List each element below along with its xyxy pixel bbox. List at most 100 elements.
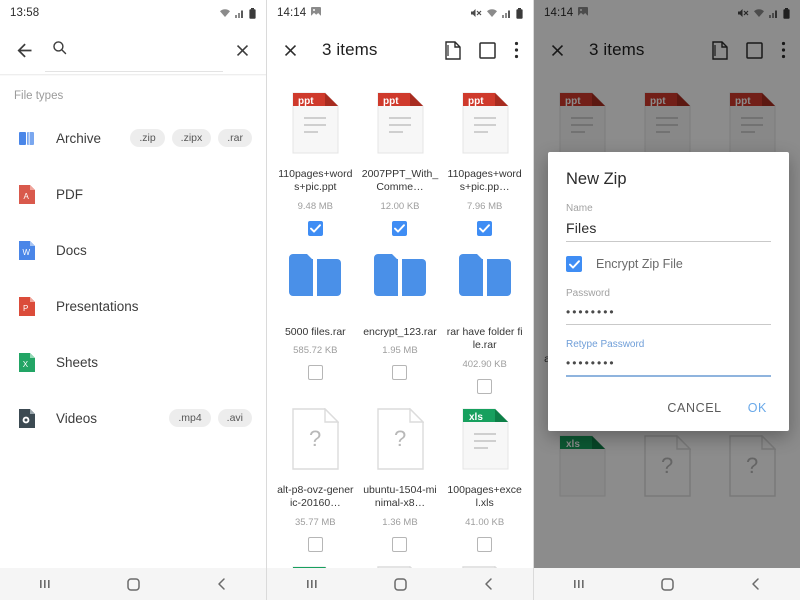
file-size: 1.36 MB — [382, 516, 418, 528]
file-checkbox[interactable] — [477, 220, 493, 236]
file-checkbox[interactable] — [477, 536, 493, 552]
signal-icon — [235, 8, 245, 18]
sidebar-item-presentations[interactable]: P Presentations — [0, 278, 266, 334]
svg-text:?: ? — [394, 426, 406, 451]
sidebar-item-sheets[interactable]: X Sheets — [0, 334, 266, 390]
file-types-list: Archive .zip .zipx .rar A PDF W Docs P P… — [0, 110, 266, 446]
file-name: 2007PPT_With_Comme… — [361, 168, 439, 194]
encrypt-zip-checkbox-row[interactable]: Encrypt Zip File — [566, 256, 771, 272]
sidebar-item-label: Videos — [56, 410, 98, 426]
file-size: 585.72 KB — [293, 345, 338, 357]
file-size: 41.00 KB — [465, 516, 505, 528]
encrypt-zip-label: Encrypt Zip File — [596, 257, 683, 271]
dialog-title: New Zip — [566, 170, 627, 188]
file-checkbox[interactable] — [307, 536, 323, 552]
section-title-file-types: File types — [14, 90, 64, 102]
file-checkbox[interactable] — [392, 220, 408, 236]
ppt-file-icon: ppt — [376, 92, 424, 160]
close-icon[interactable] — [281, 41, 300, 60]
wifi-icon — [486, 8, 498, 18]
sidebar-item-videos[interactable]: Videos .mp4 .avi — [0, 390, 266, 446]
status-bar-icons — [219, 7, 256, 19]
home-icon[interactable] — [126, 577, 141, 592]
svg-text:ppt: ppt — [468, 96, 484, 107]
file-cell[interactable]: ? ubuntu-1504-minimal-x8… 1.36 MB — [358, 398, 443, 556]
extension-chip[interactable]: .rar — [218, 128, 252, 148]
close-icon[interactable] — [233, 41, 252, 60]
file-size: 1.95 MB — [382, 345, 418, 357]
sidebar-item-label: Presentations — [56, 298, 139, 314]
unknown-file-icon: ? — [291, 407, 340, 476]
back-arrow-icon[interactable] — [14, 40, 35, 61]
file-cell[interactable]: rar have folder file.rar 402.90 KB — [442, 240, 527, 398]
file-page-icon[interactable] — [445, 40, 461, 60]
file-cell[interactable]: ppt 110pages+words+pic.pp… 7.96 MB — [442, 82, 527, 240]
app-bar-actions — [445, 40, 519, 60]
extension-chip[interactable]: .zip — [130, 128, 165, 148]
retype-password-field[interactable]: Retype Password •••••••• — [566, 339, 771, 377]
sidebar-item-label: PDF — [56, 186, 83, 202]
sidebar-item-pdf[interactable]: A PDF — [0, 166, 266, 222]
sidebar-item-archive[interactable]: Archive .zip .zipx .rar — [0, 110, 266, 166]
name-field-label: Name — [566, 203, 593, 214]
encrypt-zip-checkbox[interactable] — [566, 256, 582, 272]
file-cell[interactable]: encrypt_123.rar 1.95 MB — [358, 240, 443, 398]
home-icon[interactable] — [660, 577, 675, 592]
file-name: rar have folder file.rar — [446, 325, 523, 352]
retype-password-field-value[interactable]: •••••••• — [566, 350, 771, 375]
file-cell[interactable]: ? alt-p8-ovz-generic-20160… 35.77 MB — [273, 398, 358, 556]
signal-icon — [502, 8, 512, 18]
file-cell[interactable]: xls 100pages+excel.xls 41.00 KB — [442, 398, 527, 556]
file-checkbox[interactable] — [477, 378, 493, 394]
word-doc-icon: W — [14, 240, 40, 261]
file-name: 100pages+excel.xls — [447, 483, 522, 510]
panel-file-types: 13:58 File types Archive .zip .zipx .rar… — [0, 0, 267, 600]
recents-icon[interactable] — [304, 577, 320, 591]
svg-text:?: ? — [309, 426, 321, 451]
svg-text:ppt: ppt — [383, 96, 399, 107]
home-icon[interactable] — [393, 577, 408, 592]
cancel-button[interactable]: CANCEL — [667, 401, 721, 415]
sidebar-item-docs[interactable]: W Docs — [0, 222, 266, 278]
extension-chip[interactable]: .avi — [217, 408, 252, 428]
file-size: 402.90 KB — [462, 358, 507, 370]
status-bar-icons — [471, 7, 523, 19]
file-checkbox[interactable] — [307, 365, 323, 381]
ok-button[interactable]: OK — [748, 401, 767, 415]
extension-chip[interactable]: .mp4 — [169, 408, 211, 428]
file-cell[interactable]: 5000 files.rar 585.72 KB — [273, 240, 358, 398]
back-icon[interactable] — [215, 577, 229, 591]
search-app-bar — [0, 26, 266, 74]
file-name: ubuntu-1504-minimal-x8… — [363, 483, 437, 510]
sidebar-item-label: Sheets — [56, 354, 99, 370]
recents-icon[interactable] — [571, 577, 587, 591]
name-field[interactable]: Name Files — [566, 203, 771, 242]
password-field[interactable]: Password •••••••• — [566, 288, 771, 325]
file-name: alt-p8-ovz-generic-20160… — [277, 483, 354, 510]
back-icon[interactable] — [482, 577, 496, 591]
file-cell[interactable]: ppt 2007PPT_With_Comme… 12.00 KB — [358, 82, 443, 240]
back-icon[interactable] — [749, 577, 763, 591]
password-field-value[interactable]: •••••••• — [566, 299, 771, 324]
name-field-value[interactable]: Files — [566, 214, 771, 241]
sidebar-item-label: Docs — [56, 242, 87, 258]
file-checkbox[interactable] — [392, 365, 408, 381]
svg-text:xls: xls — [469, 412, 483, 423]
svg-text:X: X — [23, 360, 29, 369]
archive-folder-icon — [14, 128, 40, 148]
file-size: 12.00 KB — [380, 200, 420, 212]
rar-archive-icon — [287, 250, 343, 318]
file-checkbox[interactable] — [307, 220, 323, 236]
extension-chips: .zip .zipx .rar — [130, 128, 252, 148]
recents-icon[interactable] — [37, 577, 53, 591]
file-cell[interactable]: ppt 110pages+words+pic.ppt 9.48 MB — [273, 82, 358, 240]
extension-chip[interactable]: .zipx — [171, 128, 212, 148]
file-checkbox[interactable] — [392, 536, 408, 552]
svg-text:W: W — [23, 248, 31, 257]
status-bar-time: 14:14 — [277, 7, 307, 19]
file-name: 110pages+words+pic.pp… — [447, 168, 522, 194]
search-input[interactable] — [45, 26, 223, 74]
file-name: 110pages+words+pic.ppt — [278, 168, 353, 194]
overflow-menu-icon[interactable] — [514, 41, 519, 59]
select-all-square-icon[interactable] — [479, 41, 496, 59]
